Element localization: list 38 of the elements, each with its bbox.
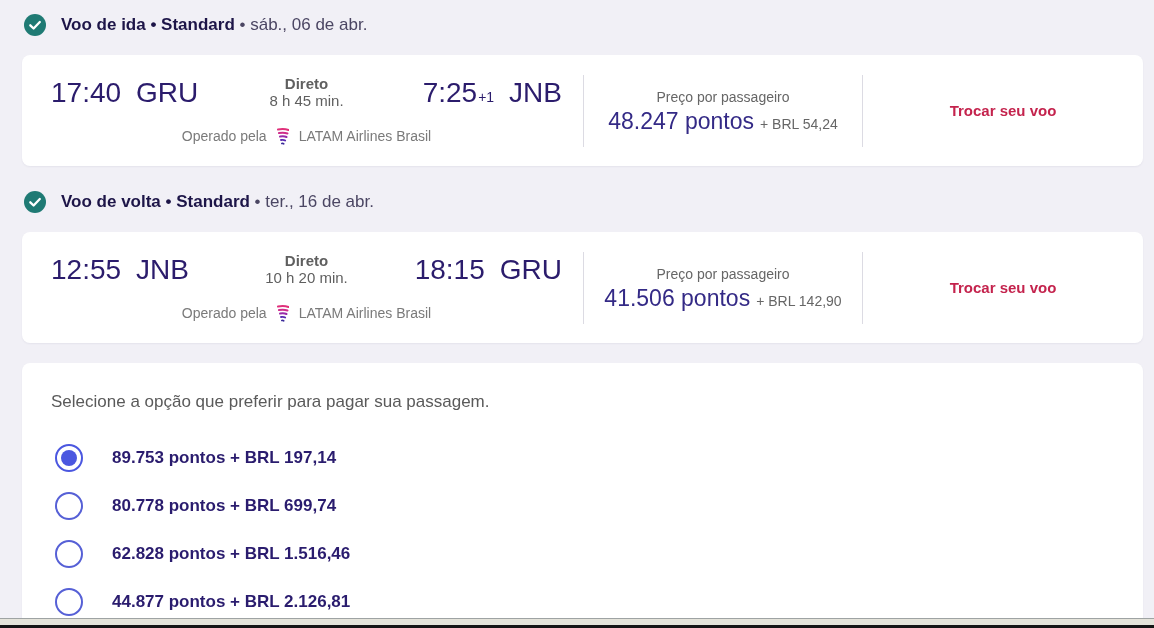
cash-price: + BRL 54,24 [760,115,838,132]
arrival-time: 18:15 [414,252,485,287]
payment-option-label[interactable]: 80.778 pontos + BRL 699,74 [112,496,337,516]
flight-duration: 8 h 45 min. [269,92,344,110]
airline-name: LATAM Airlines Brasil [298,127,432,145]
section-heading: Voo de ida • Standard • sáb., 06 de abr. [61,15,368,35]
arrival-airport: GRU [499,252,562,287]
operated-by-label: Operado pela [181,304,267,322]
payment-option-label[interactable]: 44.877 pontos + BRL 2.126,81 [112,592,351,612]
arrival-time: 7:25 [422,75,478,110]
airline-name: LATAM Airlines Brasil [298,304,432,322]
radio-button[interactable] [55,492,83,520]
departure-time: 17:40 [51,75,122,110]
day-offset: +1 [478,88,495,105]
price-label: Preço por passageiro [656,264,790,283]
points-price: 41.506 pontos [604,284,751,311]
points-price: 48.247 pontos [608,107,755,134]
change-flight-link[interactable]: Trocar seu voo [949,279,1057,296]
flight-duration: 10 h 20 min. [265,269,348,287]
payment-instruction: Selecione a opção que preferir para pagar sua passagem. [51,391,490,413]
swirl-logo-icon [276,127,289,145]
departure-time: 12:55 [51,252,122,287]
departure-airport: GRU [136,75,199,110]
radio-button[interactable] [55,540,83,568]
price-label: Preço por passageiro [656,87,790,106]
cash-price: + BRL 142,90 [756,292,842,309]
departure-airport: JNB [136,252,189,287]
radio-button[interactable] [55,444,83,472]
stops-label: Direto [284,252,329,269]
stops-label: Direto [284,75,329,92]
change-flight-link[interactable]: Trocar seu voo [949,102,1057,119]
arrival-airport: JNB [509,75,562,110]
payment-option-label[interactable]: 62.828 pontos + BRL 1.516,46 [112,544,351,564]
operated-by-label: Operado pela [181,127,267,145]
swirl-logo-icon [276,304,289,322]
radio-button[interactable] [55,588,83,616]
payment-option-label[interactable]: 89.753 pontos + BRL 197,14 [112,448,337,468]
section-heading: Voo de volta • Standard • ter., 16 de abr. [61,192,374,212]
